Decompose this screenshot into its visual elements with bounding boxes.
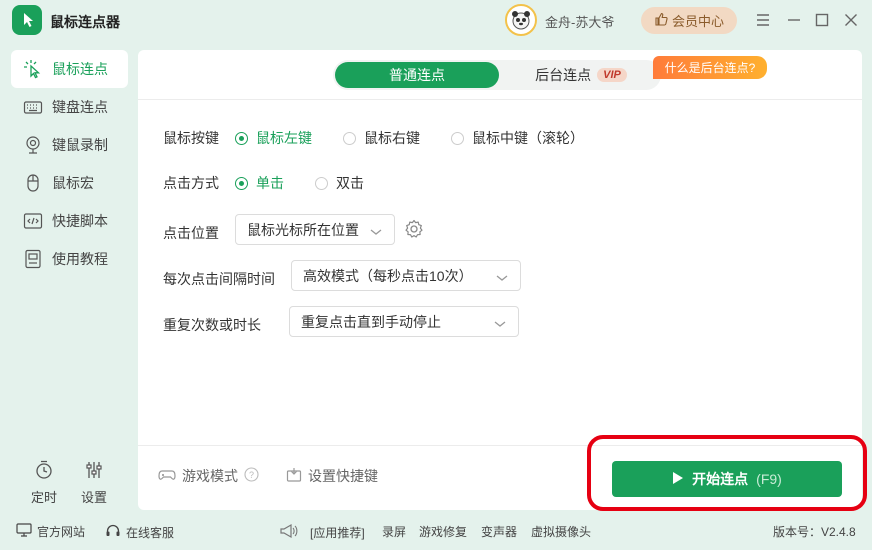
game-mode-toggle[interactable]: 游戏模式 ?: [158, 466, 259, 486]
repeat-label: 重复次数或时长: [163, 317, 261, 333]
interval-select[interactable]: 高效模式（每秒点击10次）: [291, 260, 521, 291]
radio-middle-button[interactable]: 鼠标中键（滚轮）: [451, 128, 584, 148]
recommend-link-screen-record[interactable]: 录屏: [382, 523, 406, 540]
close-icon[interactable]: [839, 8, 863, 32]
recommend-link-game-repair[interactable]: 游戏修复: [419, 523, 467, 540]
user-avatar[interactable]: [505, 4, 537, 36]
sidebar-item-record[interactable]: 键鼠录制: [11, 126, 128, 164]
timer-icon: [34, 460, 54, 483]
menu-icon[interactable]: [751, 8, 775, 32]
website-label: 官方网站: [37, 525, 86, 539]
radio-dot: [343, 131, 356, 145]
game-mode-label: 游戏模式: [182, 468, 238, 484]
sliders-icon: [84, 460, 104, 483]
radio-right-button[interactable]: 鼠标右键: [343, 128, 420, 148]
username[interactable]: 金舟-苏大爷: [545, 12, 614, 31]
sidebar-item-label: 使用教程: [52, 251, 108, 267]
support-label: 在线客服: [126, 526, 175, 540]
member-center-label: 会员中心: [671, 14, 724, 29]
thumbs-up-icon: [654, 12, 668, 29]
help-icon[interactable]: ?: [244, 467, 259, 485]
radio-label: 双击: [336, 175, 364, 191]
settings-label: 设置: [80, 490, 107, 505]
chevron-down-icon: [496, 270, 508, 286]
radio-label: 鼠标左键: [256, 130, 312, 146]
recommend-link-virtual-camera[interactable]: 虚拟摄像头: [531, 523, 591, 540]
sidebar-item-script[interactable]: 快捷脚本: [11, 202, 128, 240]
mode-tabs-bar: 普通连点 后台连点 VIP 什么是后台连点?: [138, 50, 862, 100]
member-center-button[interactable]: 会员中心: [641, 7, 737, 34]
mouse-icon: [23, 173, 43, 193]
app-recommend: [应用推荐]: [279, 523, 365, 542]
hotkey-icon: [286, 467, 302, 486]
status-bar: 官方网站 在线客服 [应用推荐] 录屏 游戏修复 变声器 虚拟摄像头 版本号：V…: [0, 514, 872, 550]
select-value: 重复点击直到手动停止: [301, 313, 441, 330]
sidebar-item-label: 鼠标连点: [52, 61, 108, 77]
minimize-icon[interactable]: [782, 8, 806, 32]
svg-text:?: ?: [249, 470, 254, 480]
set-hotkey-label: 设置快捷键: [308, 468, 378, 484]
chevron-down-icon: [494, 316, 506, 332]
code-script-icon: [23, 211, 43, 231]
sidebar-item-keyboard-click[interactable]: 键盘连点: [11, 88, 128, 126]
sidebar-item-mouse-click[interactable]: 鼠标连点: [11, 50, 128, 88]
sidebar-item-tutorial[interactable]: 使用教程: [11, 240, 128, 278]
radio-dot: [451, 131, 464, 145]
select-value: 鼠标光标所在位置: [247, 221, 359, 238]
timer-label: 定时: [30, 490, 57, 505]
keyboard-icon: [23, 97, 43, 117]
select-value: 高效模式（每秒点击10次）: [303, 267, 473, 284]
maximize-icon[interactable]: [810, 8, 834, 32]
sidebar-item-label: 键盘连点: [52, 99, 108, 115]
click-position-select[interactable]: 鼠标光标所在位置: [235, 214, 395, 245]
mouse-button-label: 鼠标按键: [163, 130, 219, 146]
vip-badge: VIP: [597, 68, 627, 82]
radio-label: 鼠标右键: [364, 130, 420, 146]
click-position-label: 点击位置: [163, 225, 219, 241]
sidebar: 鼠标连点 键盘连点 键鼠录制 鼠标宏 快捷脚本 使用教程 定时 设置: [0, 42, 136, 512]
radio-dot: [235, 176, 248, 190]
mouse-click-icon: [23, 59, 43, 79]
repeat-select[interactable]: 重复点击直到手动停止: [289, 306, 519, 337]
recommend-link-voice-changer[interactable]: 变声器: [481, 523, 517, 540]
interval-label: 每次点击间隔时间: [163, 271, 275, 287]
app-title: 鼠标连点器: [50, 14, 120, 30]
tutorial-doc-icon: [23, 249, 43, 269]
tab-label: 后台连点: [535, 67, 592, 83]
set-hotkey-button[interactable]: 设置快捷键: [286, 466, 378, 486]
radio-label: 单击: [256, 175, 284, 191]
megaphone-icon: [279, 523, 299, 542]
radio-single-click[interactable]: 单击: [235, 173, 284, 193]
official-website-link[interactable]: 官方网站: [16, 523, 85, 540]
highlight-ring: [587, 435, 867, 511]
gear-icon[interactable]: [404, 219, 424, 242]
timer-button[interactable]: 定时: [24, 460, 64, 506]
gamepad-icon: [158, 467, 176, 486]
sidebar-item-label: 键鼠录制: [52, 137, 108, 153]
mode-tabs: 普通连点 后台连点 VIP: [333, 60, 661, 90]
tab-normal-click[interactable]: 普通连点: [335, 62, 499, 88]
radio-double-click[interactable]: 双击: [315, 173, 364, 193]
online-support-link[interactable]: 在线客服: [105, 523, 174, 542]
chevron-down-icon: [370, 224, 382, 240]
settings-button[interactable]: 设置: [74, 460, 114, 506]
sidebar-item-label: 快捷脚本: [52, 213, 108, 229]
radio-left-button[interactable]: 鼠标左键: [235, 128, 312, 148]
radio-label: 鼠标中键（滚轮）: [472, 130, 584, 146]
webcam-record-icon: [23, 135, 43, 155]
recommend-label: [应用推荐]: [310, 526, 365, 540]
app-logo-icon: [12, 5, 42, 35]
tab-background-click[interactable]: 后台连点 VIP: [503, 62, 659, 88]
title-bar: 鼠标连点器 金舟-苏大爷 会员中心: [0, 0, 872, 42]
sidebar-item-label: 鼠标宏: [52, 175, 94, 191]
radio-dot: [315, 176, 328, 190]
radio-dot: [235, 131, 248, 145]
click-type-label: 点击方式: [163, 175, 219, 191]
version-label: 版本号：V2.4.8: [773, 525, 856, 539]
background-click-help-bubble[interactable]: 什么是后台连点?: [653, 56, 767, 79]
headset-icon: [105, 523, 121, 542]
sidebar-item-mouse-macro[interactable]: 鼠标宏: [11, 164, 128, 202]
monitor-icon: [16, 523, 32, 540]
